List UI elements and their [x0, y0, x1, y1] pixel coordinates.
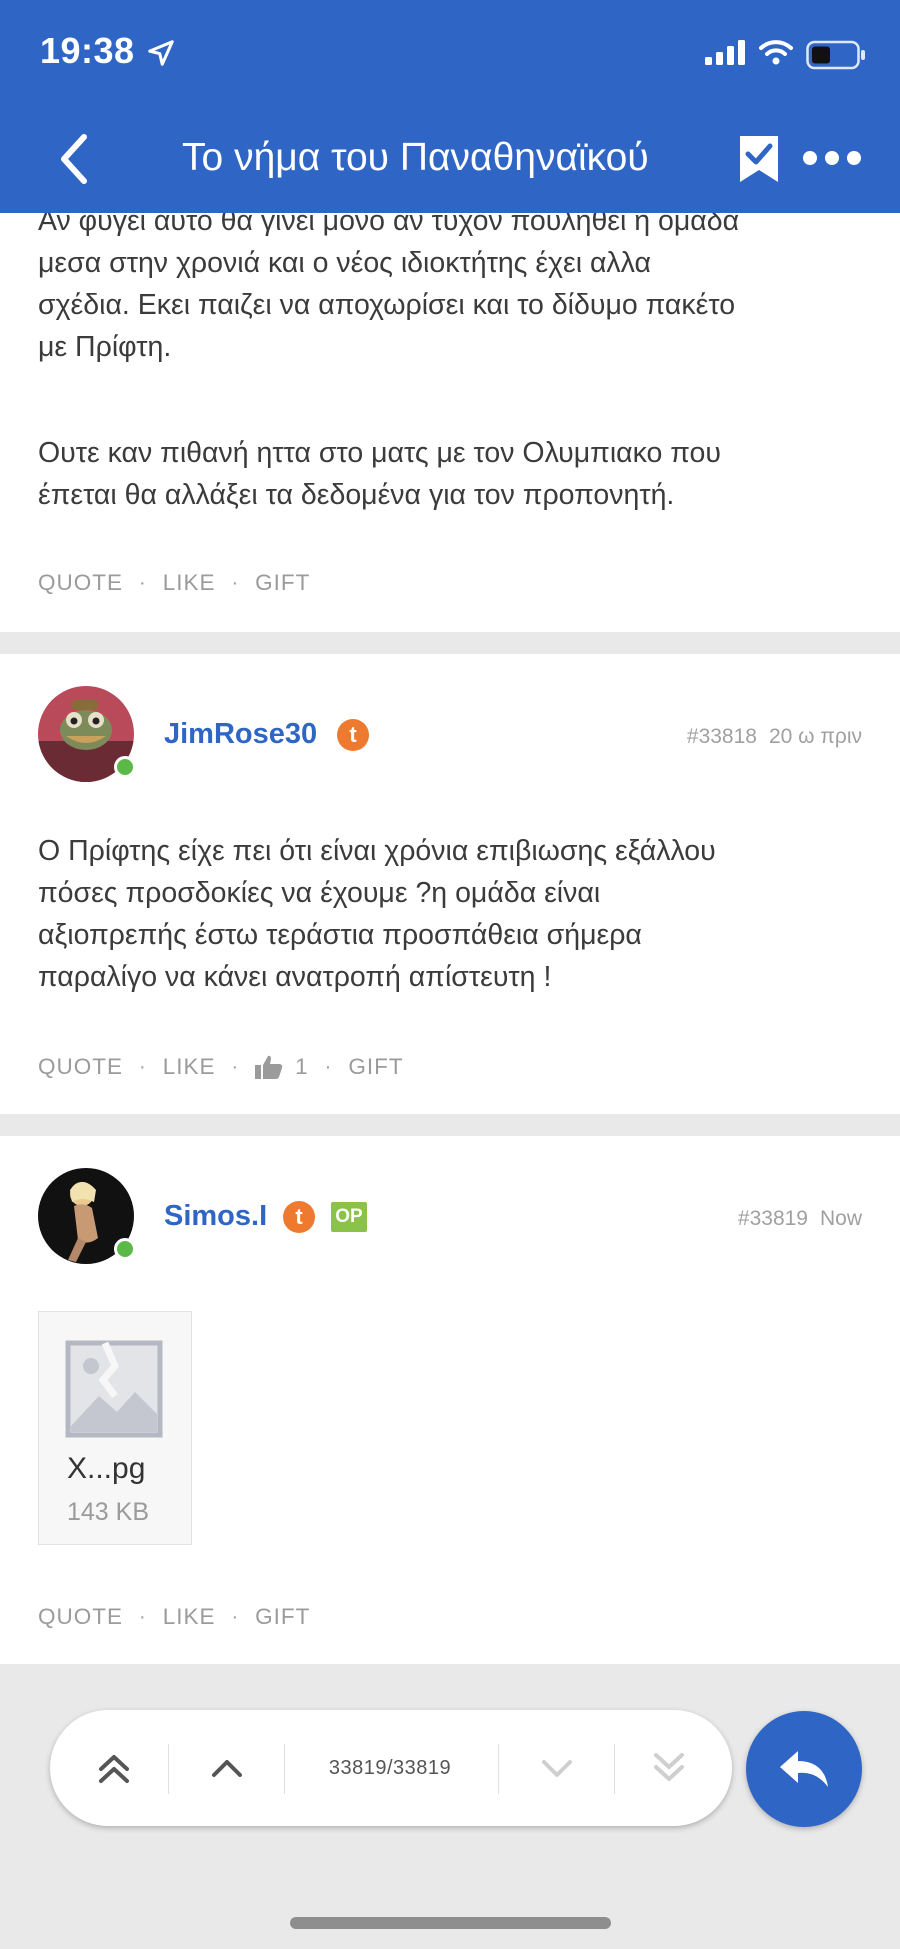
post-text-line: μεσα στην χρονιά και ο νέος ιδιοκτήτης έ…: [38, 247, 651, 279]
pager-divider: [168, 1744, 169, 1794]
separator-dot: ·: [139, 1605, 147, 1628]
like-button[interactable]: LIKE: [163, 1054, 216, 1080]
thumbs-up-icon: [255, 1055, 283, 1079]
gift-button[interactable]: GIFT: [255, 570, 310, 596]
reply-button[interactable]: [746, 1711, 862, 1827]
back-arrow-icon[interactable]: [56, 133, 92, 185]
gift-button[interactable]: GIFT: [348, 1054, 403, 1080]
previous-post-button[interactable]: [170, 1710, 284, 1826]
post-text-line: σχέδια. Εκει παιζει να αποχωρίσει και το…: [38, 289, 736, 321]
quote-button[interactable]: QUOTE: [38, 570, 123, 596]
op-badge: OP: [331, 1202, 367, 1232]
post-meta: #33818 20 ω πριν: [687, 725, 862, 749]
like-count: 1: [295, 1054, 309, 1079]
attachment-name: X...pg: [67, 1452, 146, 1485]
double-chevron-up-icon: [99, 1755, 129, 1783]
post-actions: QUOTE · LIKE · 1 · GIFT: [38, 1054, 404, 1080]
image-attachment[interactable]: X...pg 143 KB: [38, 1311, 192, 1545]
home-indicator[interactable]: [290, 1917, 611, 1929]
post-number: #33818: [686, 725, 757, 748]
post-meta: #33819 Now: [738, 1207, 862, 1231]
post-actions: QUOTE · LIKE · GIFT: [38, 570, 310, 596]
bookmark-check-icon[interactable]: [738, 134, 780, 184]
jump-to-first-button[interactable]: [50, 1710, 168, 1826]
username[interactable]: Simos.I: [164, 1200, 267, 1233]
app-header: 19:38 Το νήμα του Παναθηναϊκού: [0, 0, 900, 213]
separator-dot: ·: [139, 571, 147, 594]
more-options-icon[interactable]: [802, 150, 862, 166]
separator-dot: ·: [231, 1605, 240, 1628]
like-button[interactable]: LIKE: [163, 1604, 216, 1630]
reply-arrow-icon: [780, 1751, 828, 1787]
separator-dot: ·: [324, 1055, 333, 1078]
cellular-signal-icon: [705, 40, 745, 65]
avatar[interactable]: [38, 686, 136, 782]
online-indicator: [114, 1238, 136, 1260]
post-text-line: έπεται θα αλλάξει τα δεδομένα για τον πρ…: [38, 479, 675, 511]
avatar[interactable]: [38, 1168, 136, 1264]
username[interactable]: JimRose30: [164, 718, 317, 751]
post-text-line: αξιοπρεπής έστω τεράστια προσπάθεια σήμε…: [38, 919, 642, 951]
broken-image-icon: [65, 1340, 163, 1438]
chevron-down-icon: [542, 1760, 572, 1777]
thread-pager: 33819/33819: [50, 1710, 732, 1826]
post-text-line: με Πρίφτη.: [38, 331, 172, 363]
gift-button[interactable]: GIFT: [255, 1604, 310, 1630]
post-time: Now: [819, 1207, 862, 1230]
post-time: 20 ω πριν: [768, 725, 862, 748]
post-text-line: πόσες προσδοκίες να έχουμε ?η ομάδα είνα…: [38, 877, 601, 909]
post-card: Αν φυγει αυτο θα γινει μονο αν τυχον που…: [0, 150, 900, 632]
next-post-button[interactable]: [500, 1710, 614, 1826]
battery-icon: [806, 40, 865, 70]
post-text-line: Ουτε καν πιθανή ηττα στο ματς με τον Ολυ…: [38, 437, 721, 469]
wifi-icon: [759, 40, 793, 65]
quote-button[interactable]: QUOTE: [38, 1604, 123, 1630]
attachment-size: 143 KB: [67, 1498, 150, 1526]
post-position: 33819/33819: [328, 1757, 452, 1779]
online-indicator: [114, 756, 136, 778]
thread-title: Το νήμα του Παναθηναϊκού: [182, 136, 649, 179]
separator-dot: ·: [139, 1055, 147, 1078]
pager-divider: [614, 1744, 615, 1794]
tapatalk-badge-icon: t: [283, 1201, 315, 1233]
double-chevron-down-icon: [654, 1753, 684, 1781]
post-card: JimRose30 t #33818 20 ω πριν Ο Πρίφτης εί…: [0, 654, 900, 1114]
post-number: #33819: [737, 1207, 808, 1230]
post-text-line: παραλίγο να κάνει ανατροπή απίστευτη !: [38, 961, 552, 993]
separator-dot: ·: [231, 571, 240, 594]
like-button[interactable]: LIKE: [163, 570, 216, 596]
quote-button[interactable]: QUOTE: [38, 1054, 123, 1080]
status-time: 19:38: [40, 30, 135, 71]
post-text-line: Ο Πρίφτης είχε πει ότι είναι χρόνια επιβ…: [38, 835, 716, 867]
jump-to-last-button[interactable]: [616, 1710, 732, 1826]
pager-divider: [284, 1744, 285, 1794]
separator-dot: ·: [231, 1055, 240, 1078]
post-actions: QUOTE · LIKE · GIFT: [38, 1604, 310, 1630]
location-arrow-icon: [148, 40, 174, 66]
chevron-up-icon: [212, 1760, 242, 1777]
tapatalk-badge-icon: t: [337, 719, 369, 751]
pager-divider: [498, 1744, 499, 1794]
